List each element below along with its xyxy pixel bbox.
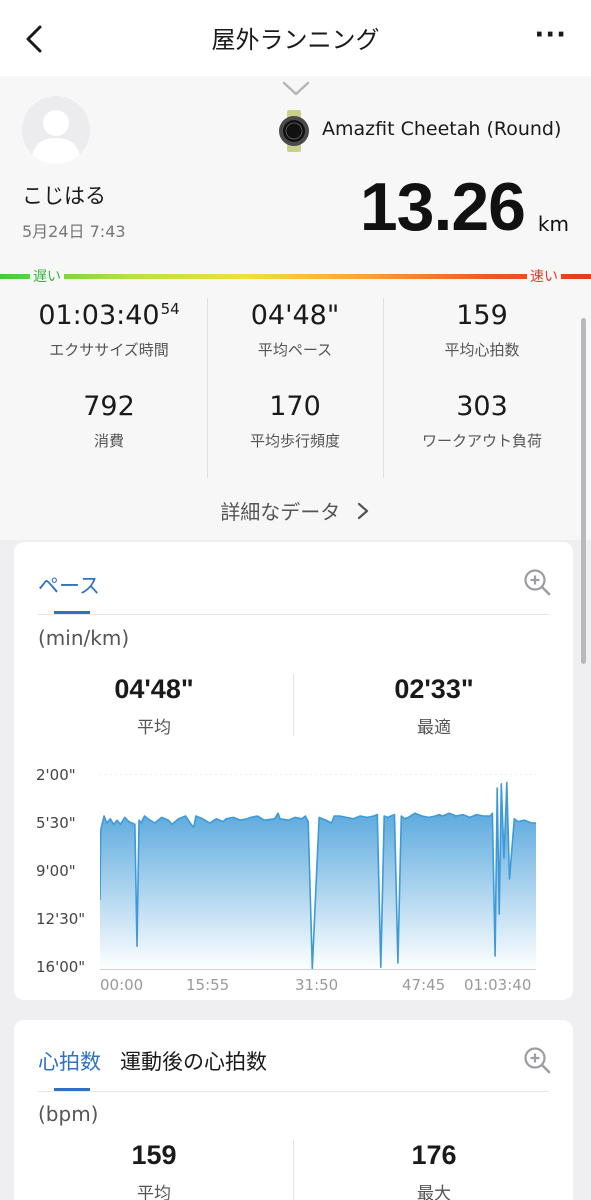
avatar[interactable] bbox=[22, 96, 90, 164]
pace-average-label: 平均 bbox=[137, 718, 171, 738]
x-tick-label: 01:03:40 bbox=[464, 976, 532, 994]
more-menu-button[interactable]: ··· bbox=[534, 20, 567, 50]
pace-best-value: 02'33" bbox=[394, 674, 474, 704]
y-tick-label: 12'30" bbox=[36, 910, 86, 928]
divider bbox=[383, 298, 384, 478]
heart-rate-card: 心拍数 運動後の心拍数 (bpm) 159 平均 176 最大 bbox=[14, 1020, 573, 1200]
stat-label: 平均ペース bbox=[257, 341, 333, 359]
stat-workout-load: 303 ワークアウト負荷 bbox=[394, 391, 570, 451]
stat-avg-cadence: 170 平均歩行頻度 bbox=[207, 391, 383, 451]
stat-label: 消費 bbox=[93, 432, 124, 450]
pace-best-label: 最適 bbox=[417, 718, 451, 738]
chart-unit: (bpm) bbox=[38, 1102, 99, 1126]
hr-max: 176 最大 bbox=[294, 1140, 574, 1200]
distance-unit: km bbox=[537, 212, 569, 236]
pace-card: ペース (min/km) 04'48" 平均 02'33" 最適 2'00" 5… bbox=[14, 542, 573, 1000]
stat-value: 04'48" bbox=[250, 300, 340, 331]
chart-unit: (min/km) bbox=[38, 626, 130, 650]
header-bar: 屋外ランニング ··· bbox=[0, 0, 591, 76]
zoom-in-icon[interactable] bbox=[523, 1046, 551, 1074]
stat-label: 平均歩行頻度 bbox=[249, 432, 340, 450]
stat-value: 170 bbox=[269, 391, 321, 422]
fast-label: 速い bbox=[527, 266, 561, 286]
stat-avg-heart-rate: 159 平均心拍数 bbox=[394, 300, 570, 360]
hr-average-value: 159 bbox=[131, 1140, 177, 1170]
stat-exercise-time: 01:03:4054 エクササイズ時間 bbox=[21, 300, 197, 360]
workout-datetime: 5月24日 7:43 bbox=[22, 222, 126, 241]
y-tick-label: 9'00" bbox=[36, 862, 76, 880]
x-tick-label: 00:00 bbox=[100, 976, 144, 994]
divider bbox=[38, 614, 549, 615]
device-name: Amazfit Cheetah (Round) bbox=[322, 118, 562, 140]
chevron-right-icon bbox=[357, 502, 368, 520]
stat-value: 792 bbox=[83, 391, 135, 422]
pace-average: 04'48" 平均 bbox=[14, 674, 294, 738]
scrollbar[interactable] bbox=[581, 318, 586, 664]
pace-average-value: 04'48" bbox=[114, 674, 194, 704]
stat-value: 159 bbox=[456, 300, 508, 331]
stat-value: 01:03:4054 bbox=[38, 300, 180, 331]
watch-icon bbox=[279, 110, 309, 152]
stat-label: 平均心拍数 bbox=[444, 341, 520, 359]
x-tick-label: 31:50 bbox=[295, 976, 339, 994]
tab-heart-rate[interactable]: 心拍数 bbox=[38, 1046, 101, 1076]
y-tick-label: 5'30" bbox=[36, 814, 76, 832]
zoom-in-icon[interactable] bbox=[523, 568, 551, 596]
tab-pace[interactable]: ペース bbox=[38, 570, 100, 600]
distance-value: 13.26 bbox=[359, 169, 526, 245]
detail-data-link[interactable]: 詳細なデータ bbox=[0, 496, 591, 525]
x-tick-label: 47:45 bbox=[402, 976, 446, 994]
workout-summary: こじはる 5月24日 7:43 Amazfit Cheetah (Round) … bbox=[0, 76, 591, 540]
hr-average: 159 平均 bbox=[14, 1140, 294, 1200]
stat-value-hundredths: 54 bbox=[160, 300, 180, 318]
stat-avg-pace: 04'48" 平均ペース bbox=[207, 300, 383, 360]
stat-label: エクササイズ時間 bbox=[49, 341, 169, 359]
hr-average-label: 平均 bbox=[137, 1184, 171, 1200]
stat-value: 303 bbox=[456, 391, 508, 422]
slow-label: 遅い bbox=[30, 266, 64, 286]
page-title: 屋外ランニング bbox=[211, 26, 380, 54]
hr-max-value: 176 bbox=[411, 1140, 457, 1170]
x-tick-label: 15:55 bbox=[186, 976, 230, 994]
pace-best: 02'33" 最適 bbox=[294, 674, 574, 738]
divider bbox=[207, 298, 208, 478]
pace-area-chart[interactable] bbox=[100, 774, 536, 970]
stat-calories: 792 消費 bbox=[21, 391, 197, 451]
chevron-down-icon[interactable] bbox=[281, 80, 311, 98]
tab-post-workout-heart-rate[interactable]: 運動後の心拍数 bbox=[120, 1046, 267, 1076]
speed-gradient-bar bbox=[0, 274, 591, 279]
user-silhouette-icon bbox=[31, 110, 81, 164]
stat-label: ワークアウト負荷 bbox=[421, 432, 542, 450]
detail-data-label: 詳細なデータ bbox=[220, 500, 341, 524]
hr-max-label: 最大 bbox=[417, 1184, 451, 1200]
user-name: こじはる bbox=[22, 184, 106, 208]
y-tick-label: 2'00" bbox=[36, 766, 76, 784]
pace-area-fill bbox=[100, 782, 536, 970]
y-tick-label: 16'00" bbox=[36, 958, 86, 976]
divider bbox=[38, 1091, 549, 1092]
